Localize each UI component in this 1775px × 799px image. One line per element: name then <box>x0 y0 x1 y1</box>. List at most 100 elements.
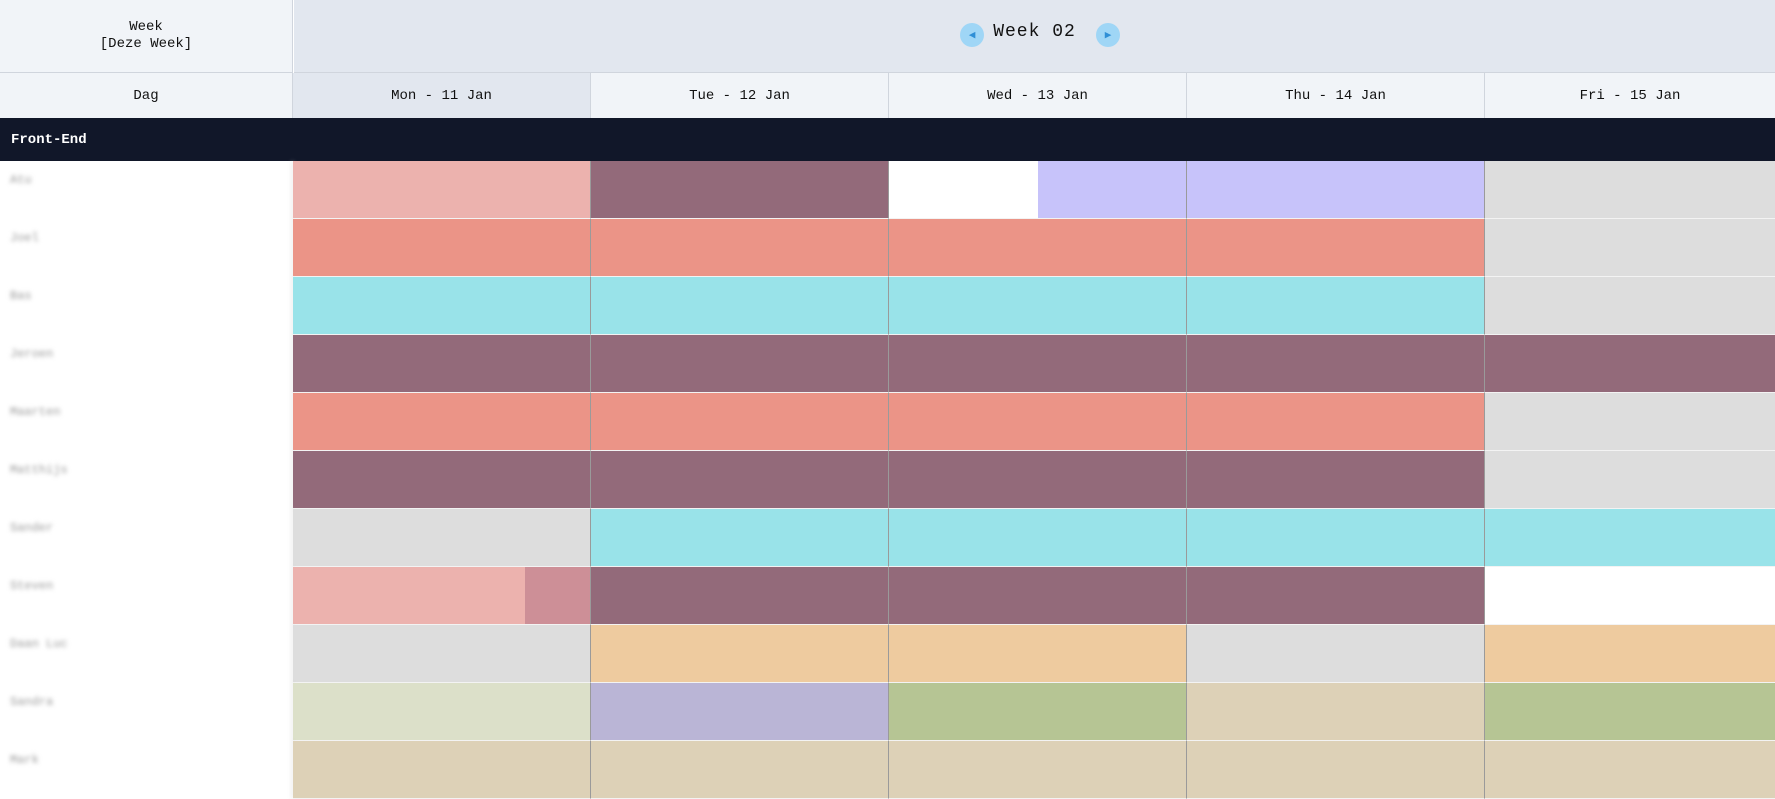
schedule-cell[interactable] <box>293 741 591 799</box>
schedule-block[interactable] <box>1037 161 1186 218</box>
schedule-block[interactable] <box>889 451 1186 508</box>
schedule-cell[interactable] <box>1187 277 1485 335</box>
schedule-block[interactable] <box>1485 161 1775 218</box>
schedule-cell[interactable] <box>1485 741 1775 799</box>
schedule-cell[interactable] <box>591 219 889 277</box>
schedule-block[interactable] <box>591 219 888 276</box>
schedule-block[interactable] <box>1187 509 1484 566</box>
schedule-block[interactable] <box>1485 219 1775 276</box>
schedule-block[interactable] <box>293 161 590 218</box>
schedule-block[interactable] <box>1187 451 1484 508</box>
schedule-block[interactable] <box>591 567 888 624</box>
schedule-block[interactable] <box>591 451 888 508</box>
schedule-cell[interactable] <box>1187 219 1485 277</box>
schedule-cell[interactable] <box>1485 277 1775 335</box>
schedule-block[interactable] <box>1485 335 1775 392</box>
schedule-cell[interactable] <box>1485 567 1775 625</box>
schedule-cell[interactable] <box>1187 161 1485 219</box>
schedule-cell[interactable] <box>889 277 1187 335</box>
schedule-cell[interactable] <box>1187 625 1485 683</box>
schedule-cell[interactable] <box>293 393 591 451</box>
schedule-cell[interactable] <box>293 625 591 683</box>
schedule-cell[interactable] <box>591 451 889 509</box>
schedule-cell[interactable] <box>889 335 1187 393</box>
schedule-cell[interactable] <box>889 161 1187 219</box>
schedule-block[interactable] <box>293 393 590 450</box>
schedule-cell[interactable] <box>889 567 1187 625</box>
schedule-block[interactable] <box>591 741 888 798</box>
schedule-cell[interactable] <box>1187 335 1485 393</box>
schedule-cell[interactable] <box>591 393 889 451</box>
schedule-block[interactable] <box>889 161 1038 218</box>
schedule-block[interactable] <box>889 741 1186 798</box>
schedule-cell[interactable] <box>293 451 591 509</box>
schedule-block[interactable] <box>591 277 888 334</box>
schedule-cell[interactable] <box>293 509 591 567</box>
schedule-cell[interactable] <box>1187 567 1485 625</box>
schedule-block[interactable] <box>889 277 1186 334</box>
schedule-cell[interactable] <box>293 335 591 393</box>
schedule-cell[interactable] <box>591 625 889 683</box>
schedule-cell[interactable] <box>591 741 889 799</box>
schedule-cell[interactable] <box>889 451 1187 509</box>
schedule-block[interactable] <box>591 393 888 450</box>
previous-week-button[interactable]: ◀ <box>960 23 984 47</box>
schedule-block[interactable] <box>293 567 525 624</box>
schedule-block[interactable] <box>1485 741 1775 798</box>
schedule-block[interactable] <box>889 509 1186 566</box>
schedule-cell[interactable] <box>889 625 1187 683</box>
schedule-block[interactable] <box>889 335 1186 392</box>
schedule-block[interactable] <box>889 625 1186 682</box>
schedule-block[interactable] <box>1187 219 1484 276</box>
day-header-wed[interactable]: Wed - 13 Jan <box>889 73 1187 118</box>
schedule-block[interactable] <box>293 625 590 682</box>
schedule-block[interactable] <box>293 509 590 566</box>
schedule-cell[interactable] <box>1485 393 1775 451</box>
schedule-cell[interactable] <box>1485 219 1775 277</box>
schedule-block[interactable] <box>591 161 888 218</box>
schedule-block[interactable] <box>1187 393 1484 450</box>
schedule-cell[interactable] <box>591 161 889 219</box>
schedule-cell[interactable] <box>591 277 889 335</box>
schedule-cell[interactable] <box>1187 451 1485 509</box>
schedule-block[interactable] <box>293 335 590 392</box>
schedule-block[interactable] <box>591 625 888 682</box>
schedule-block[interactable] <box>889 219 1186 276</box>
schedule-cell[interactable] <box>889 219 1187 277</box>
schedule-cell[interactable] <box>1187 741 1485 799</box>
schedule-cell[interactable] <box>1485 509 1775 567</box>
schedule-cell[interactable] <box>1485 161 1775 219</box>
schedule-block[interactable] <box>524 567 590 624</box>
schedule-block[interactable] <box>889 683 1186 740</box>
schedule-block[interactable] <box>1187 625 1484 682</box>
schedule-block[interactable] <box>591 335 888 392</box>
schedule-cell[interactable] <box>1485 335 1775 393</box>
schedule-block[interactable] <box>1485 509 1775 566</box>
schedule-block[interactable] <box>1485 625 1775 682</box>
day-header-thu[interactable]: Thu - 14 Jan <box>1187 73 1485 118</box>
schedule-cell[interactable] <box>293 219 591 277</box>
schedule-block[interactable] <box>1187 741 1484 798</box>
day-header-tue[interactable]: Tue - 12 Jan <box>591 73 889 118</box>
schedule-cell[interactable] <box>293 161 591 219</box>
schedule-block[interactable] <box>591 683 888 740</box>
schedule-block[interactable] <box>293 451 590 508</box>
schedule-cell[interactable] <box>1485 625 1775 683</box>
schedule-cell[interactable] <box>293 683 591 741</box>
schedule-cell[interactable] <box>1187 683 1485 741</box>
schedule-block[interactable] <box>293 277 590 334</box>
schedule-block[interactable] <box>1187 335 1484 392</box>
schedule-cell[interactable] <box>591 567 889 625</box>
schedule-cell[interactable] <box>293 567 591 625</box>
schedule-block[interactable] <box>1485 567 1775 624</box>
schedule-block[interactable] <box>591 509 888 566</box>
day-header-fri[interactable]: Fri - 15 Jan <box>1485 73 1775 118</box>
next-week-button[interactable]: ▶ <box>1096 23 1120 47</box>
schedule-cell[interactable] <box>889 509 1187 567</box>
schedule-block[interactable] <box>1187 277 1484 334</box>
schedule-cell[interactable] <box>293 277 591 335</box>
schedule-cell[interactable] <box>889 683 1187 741</box>
schedule-cell[interactable] <box>889 741 1187 799</box>
schedule-block[interactable] <box>1485 393 1775 450</box>
schedule-block[interactable] <box>293 219 590 276</box>
